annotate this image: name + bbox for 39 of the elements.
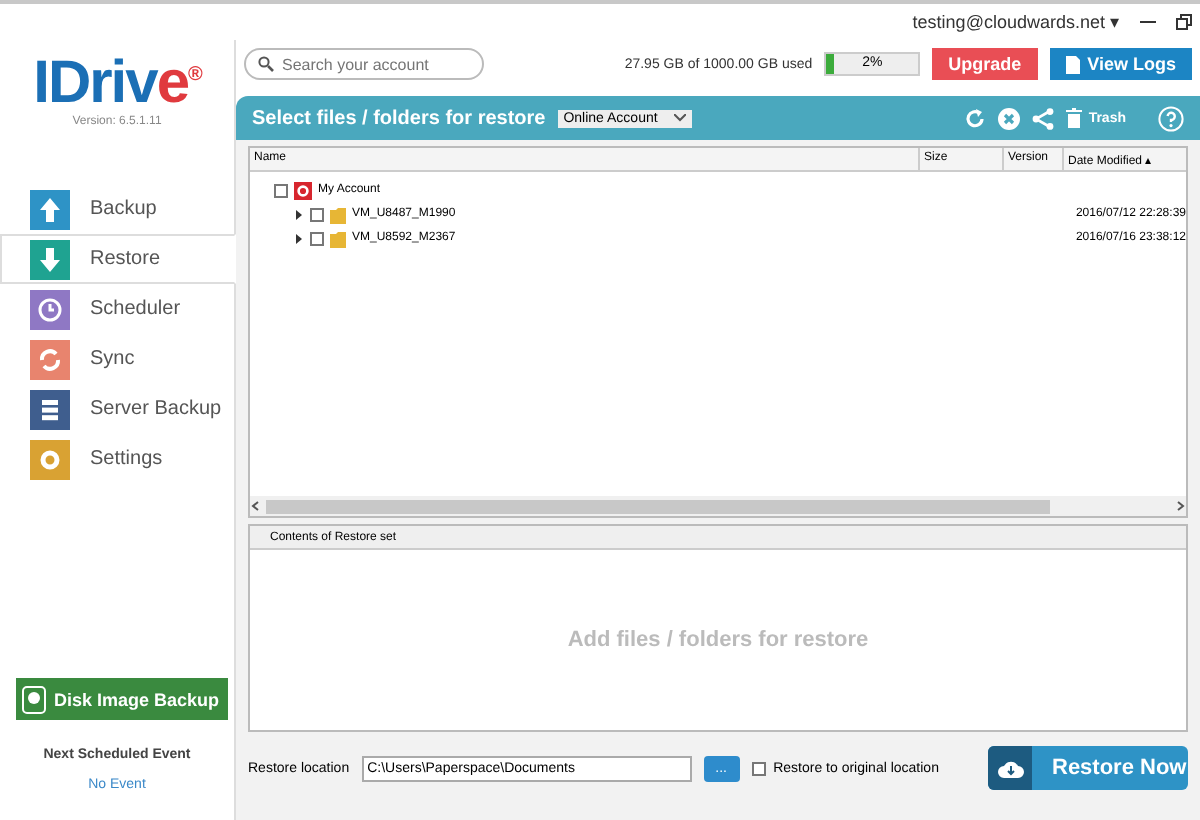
search-icon (258, 56, 274, 72)
sidebar-item[interactable]: Scheduler (0, 284, 234, 334)
cloud-download-icon (997, 757, 1023, 779)
checkbox[interactable] (274, 183, 288, 197)
panel-title: Select files / folders for restore (252, 107, 546, 129)
cancel-icon[interactable] (998, 107, 1021, 129)
restore-window-icon[interactable] (1176, 14, 1192, 30)
trash-icon (1066, 108, 1083, 128)
restore-icon (30, 239, 70, 279)
sidebar-item[interactable]: Settings (0, 434, 234, 484)
scheduler-icon (30, 289, 70, 329)
sidebar-item[interactable]: Backup (0, 184, 234, 234)
empty-message: Add files / folders for restore (565, 626, 871, 656)
settings-icon (30, 439, 70, 479)
help-icon[interactable] (1158, 105, 1184, 131)
document-icon (1065, 55, 1080, 73)
upgrade-button[interactable]: Upgrade (932, 48, 1038, 80)
scroll-right-icon[interactable] (1174, 500, 1186, 512)
caret-icon (673, 114, 686, 122)
collapsed-arrow-icon[interactable] (294, 233, 304, 243)
sidebar-item[interactable]: Server Backup (0, 384, 234, 434)
sidebar-item[interactable]: Restore (0, 234, 236, 284)
collapsed-arrow-icon[interactable] (294, 209, 304, 219)
horizontal-scrollbar[interactable] (250, 496, 1186, 516)
account-icon (294, 181, 312, 199)
refresh-icon[interactable] (964, 107, 987, 129)
scroll-left-icon[interactable] (250, 500, 262, 512)
disk-image-backup-button[interactable]: Disk Image Backup (16, 678, 228, 720)
backup-icon (30, 189, 70, 229)
sidebar-item[interactable]: Sync (0, 334, 234, 384)
checkbox[interactable] (310, 231, 324, 245)
share-icon[interactable] (1032, 107, 1055, 129)
account-menu[interactable]: testing@cloudwards.net ▾ (912, 12, 1120, 32)
server-icon (30, 389, 70, 429)
view-logs-button[interactable]: View Logs (1049, 48, 1192, 80)
search-field[interactable]: Search your account (244, 48, 484, 80)
sync-icon (30, 339, 70, 379)
checkbox[interactable] (310, 207, 324, 221)
logo: IDrive$^{®}$ (33, 48, 201, 116)
